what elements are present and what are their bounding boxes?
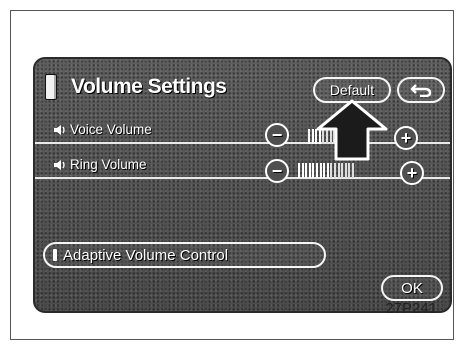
ring-volume-text: Ring Volume	[70, 157, 147, 172]
ok-button[interactable]: OK	[381, 275, 443, 301]
phone-icon	[45, 74, 57, 100]
volume-level-bar	[312, 163, 315, 178]
voice-volume-text: Voice Volume	[70, 122, 152, 137]
row-divider	[35, 177, 450, 179]
adaptive-volume-control-label: Adaptive Volume Control	[63, 246, 229, 264]
volume-level-bar	[319, 163, 322, 178]
volume-level-bar	[301, 163, 304, 178]
volume-level-bar	[337, 163, 340, 178]
voice-volume-label: Voice Volume	[53, 122, 152, 137]
volume-level-bar	[330, 163, 333, 178]
volume-level-bar	[348, 163, 351, 178]
ok-button-label: OK	[401, 279, 423, 297]
volume-settings-screen: Volume Settings Default Voice Volume − +…	[33, 57, 452, 313]
ring-volume-down-button[interactable]: −	[265, 159, 289, 183]
volume-level-bar	[351, 163, 354, 178]
screen-title-text: Volume Settings	[71, 75, 227, 98]
minus-icon: −	[271, 161, 283, 181]
voice-volume-up-button[interactable]: +	[394, 126, 418, 150]
ring-volume-up-button[interactable]: +	[400, 161, 424, 185]
volume-level-bar	[326, 163, 329, 178]
adaptive-volume-control-button[interactable]: Adaptive Volume Control	[43, 242, 326, 268]
ring-volume-meter	[298, 162, 356, 178]
speaker-icon	[54, 159, 65, 170]
volume-level-bar	[308, 163, 311, 178]
figure-frame: Volume Settings Default Voice Volume − +…	[10, 10, 454, 340]
volume-level-bar	[323, 163, 326, 178]
figure-code: 27P241	[385, 300, 437, 317]
ring-volume-label: Ring Volume	[53, 157, 147, 172]
plus-icon: +	[406, 163, 418, 183]
volume-level-bar	[298, 163, 300, 178]
speaker-icon	[54, 124, 65, 135]
pointer-arrow-icon	[316, 99, 388, 161]
back-button[interactable]	[397, 77, 445, 103]
volume-level-bar	[333, 163, 336, 178]
volume-level-bar	[311, 129, 314, 144]
volume-level-bar	[344, 163, 347, 178]
volume-level-bar	[341, 163, 344, 178]
voice-volume-down-button[interactable]: −	[265, 123, 289, 147]
screen-title: Volume Settings	[45, 73, 227, 101]
plus-icon: +	[400, 128, 412, 148]
indicator-light-icon	[53, 249, 57, 261]
default-button-label: Default	[329, 82, 375, 98]
volume-level-bar	[308, 129, 310, 144]
return-arrow-icon	[410, 84, 432, 97]
volume-level-bar	[315, 163, 318, 178]
minus-icon: −	[271, 125, 283, 145]
volume-level-bar	[305, 163, 308, 178]
